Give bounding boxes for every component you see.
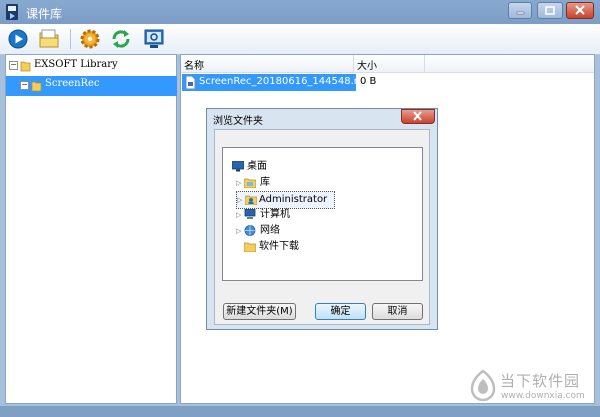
gear-icon[interactable] <box>78 27 102 51</box>
folder-icon <box>31 81 42 92</box>
dialog-close-button[interactable] <box>401 109 435 124</box>
collapse-icon[interactable]: − <box>9 61 18 70</box>
column-header-size[interactable]: 大小 <box>357 57 377 72</box>
folder-item-label: 桌面 <box>247 161 267 172</box>
close-icon <box>413 111 422 121</box>
watermark-logo-icon <box>470 369 496 402</box>
folder-item-software-download[interactable]: 软件下载 <box>244 239 414 255</box>
folder-item-label: Administrator <box>259 194 328 205</box>
tree-child-label: ScreenRec <box>45 78 100 89</box>
watermark-url: www.downxia.com <box>501 391 585 401</box>
status-bar <box>0 406 600 417</box>
new-folder-button[interactable]: 新建文件夹(M) <box>223 303 296 320</box>
file-size: 0 B <box>360 76 377 87</box>
tree-item-screenrec[interactable]: − ScreenRec <box>6 76 177 96</box>
user-folder-icon <box>245 195 257 205</box>
expand-arrow-icon[interactable]: ▷ <box>236 175 241 191</box>
app-logo-icon <box>6 4 18 20</box>
maximize-icon <box>545 6 555 15</box>
watermark: 当下软件园 www.downxia.com <box>468 367 594 407</box>
library-tree-panel <box>5 54 177 404</box>
column-divider[interactable] <box>424 55 425 72</box>
folder-item-library[interactable]: ▷ 库 <box>236 175 416 191</box>
close-button[interactable] <box>566 2 594 19</box>
folder-item-network[interactable]: ▷ 网络 <box>236 223 416 239</box>
column-header-name[interactable]: 名称 <box>184 57 204 72</box>
toolbar-separator <box>70 29 71 49</box>
title-bar: 课件库 <box>0 0 600 24</box>
library-icon <box>244 178 256 188</box>
minimize-button[interactable] <box>508 2 532 19</box>
video-file-icon <box>185 76 196 89</box>
tree-item-exsoft-library[interactable]: − EXSOFT Library <box>9 56 169 74</box>
play-icon[interactable] <box>6 27 30 51</box>
ok-button[interactable]: 确定 <box>315 303 366 320</box>
dialog-title: 浏览文件夹 <box>213 116 263 127</box>
toolbar <box>0 24 600 55</box>
browse-folder-dialog: 浏览文件夹 桌面 ▷ 库 ▷ Administrator ▷ 计算机 ▷ 网络 … <box>206 108 438 330</box>
collapse-icon[interactable]: − <box>20 81 29 90</box>
expand-arrow-icon[interactable]: ▷ <box>236 207 241 223</box>
folder-item-label: 网络 <box>260 225 280 236</box>
network-icon <box>244 225 256 236</box>
folder-item-label: 库 <box>260 177 270 188</box>
minimize-icon <box>516 11 525 15</box>
folder-icon <box>244 242 256 252</box>
folder-icon <box>20 61 31 72</box>
tree-root-label: EXSOFT Library <box>34 59 118 70</box>
refresh-icon[interactable] <box>109 27 133 51</box>
folder-item-desktop[interactable]: 桌面 <box>232 159 412 175</box>
computer-icon <box>244 209 256 219</box>
folder-item-label: 计算机 <box>260 209 290 220</box>
open-folder-icon[interactable] <box>37 27 61 51</box>
folder-item-label: 软件下载 <box>259 241 299 252</box>
maximize-button[interactable] <box>537 2 563 19</box>
folder-tree[interactable]: 桌面 ▷ 库 ▷ Administrator ▷ 计算机 ▷ 网络 软件下载 <box>222 147 423 281</box>
table-row[interactable]: ScreenRec_20180616_144548.mp4 0 B <box>182 74 594 91</box>
window-title: 课件库 <box>26 7 63 21</box>
desktop-icon <box>232 161 244 172</box>
watermark-text: 当下软件园 <box>500 372 581 390</box>
column-divider[interactable] <box>353 55 354 72</box>
expand-arrow-icon[interactable]: ▷ <box>237 192 242 208</box>
cancel-button[interactable]: 取消 <box>372 303 423 320</box>
app-window: 课件库 − EXSOFT Library − ScreenRec 名称 大小 S… <box>0 0 600 417</box>
expand-arrow-icon[interactable]: ▷ <box>236 223 241 239</box>
close-icon <box>575 5 585 15</box>
screen-search-icon[interactable] <box>142 27 166 51</box>
list-header: 名称 大小 <box>181 55 594 73</box>
file-name: ScreenRec_20180616_144548.mp4 <box>199 76 377 87</box>
folder-item-computer[interactable]: ▷ 计算机 <box>236 207 416 223</box>
